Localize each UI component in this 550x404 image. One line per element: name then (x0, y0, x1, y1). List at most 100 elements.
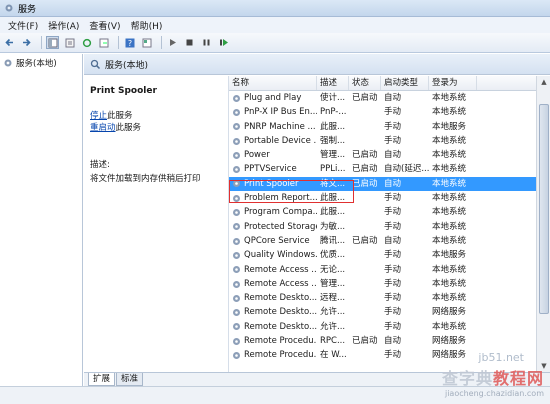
table-row[interactable]: QPCore Service 腾讯... 已启动 自动 本地系统 (229, 234, 536, 248)
forward-button[interactable] (20, 36, 33, 49)
service-startup-cell: 手动 (384, 207, 402, 218)
view-button[interactable] (140, 36, 153, 49)
service-description-cell: 管理... (320, 150, 346, 161)
watermark-brand-b: 教程网 (492, 369, 544, 388)
menu-action[interactable]: 操作(A) (43, 19, 84, 32)
service-logon-cell: 本地系统 (432, 235, 467, 246)
service-logon-cell: 本地系统 (432, 221, 467, 232)
service-name-text: QPCore Service (244, 235, 310, 246)
service-startup-cell: 手动 (384, 321, 402, 332)
service-gear-icon (233, 337, 240, 345)
table-row[interactable]: Remote Procedu... RPC... 已启动 自动 网络服务 (229, 334, 536, 348)
service-startup-cell: 自动 (384, 150, 402, 161)
console-tree: 服务(本地) (0, 54, 83, 404)
restart-link-suffix: 此服务 (115, 123, 142, 133)
column-name[interactable]: 名称 (229, 76, 317, 90)
restart-service-button[interactable] (217, 36, 230, 49)
service-actions: 停止此服务 重启动此服务 (90, 110, 222, 134)
help-button[interactable]: ? (123, 36, 136, 49)
svg-text:?: ? (127, 39, 131, 48)
export-list-icon (99, 38, 108, 47)
pause-service-button[interactable] (200, 36, 213, 49)
service-logon-cell: 本地系统 (432, 321, 467, 332)
table-row[interactable]: PPTVService PPLi... 已启动 自动(延迟... 本地系统 (229, 162, 536, 176)
start-service-button[interactable] (166, 36, 179, 49)
export-button[interactable] (97, 36, 110, 49)
menu-help[interactable]: 帮助(H) (126, 19, 168, 32)
service-logon-cell: 网络服务 (432, 336, 467, 347)
column-startup-type[interactable]: 启动类型 (381, 76, 429, 90)
service-status-cell: 已启动 (352, 93, 378, 103)
service-description-cell: 允许... (320, 321, 346, 332)
play-icon (170, 39, 176, 46)
pane-header: 服务(本地) (84, 54, 550, 75)
service-startup-cell: 手动 (384, 278, 402, 289)
service-startup-cell: 手动 (384, 293, 402, 304)
table-row[interactable]: Plug and Play 使计... 已启动 自动 本地系统 (229, 91, 536, 105)
service-name-text: Plug and Play (244, 93, 302, 103)
service-name-cell: QPCore Service (229, 234, 317, 248)
service-description-cell: 强制... (320, 135, 346, 146)
service-gear-icon (233, 280, 240, 288)
toolbar-separator (161, 36, 162, 49)
table-row[interactable]: Remote Deskto... 远程... 手动 本地系统 (229, 291, 536, 305)
table-row[interactable]: Power 管理... 已启动 自动 本地系统 (229, 148, 536, 162)
watermark: 查字典教程网 jiaocheng.chazidian.com (442, 365, 544, 398)
service-name-text: Power (244, 150, 270, 161)
service-gear-icon (233, 94, 240, 102)
service-name-cell: Remote Access ... (229, 277, 317, 291)
menu-view[interactable]: 查看(V) (84, 19, 125, 32)
scrollbar-thumb[interactable] (539, 104, 549, 314)
service-status-cell: 已启动 (352, 150, 378, 161)
stop-service-button[interactable] (183, 36, 196, 49)
back-button[interactable] (3, 36, 16, 49)
menu-file[interactable]: 文件(F) (3, 19, 43, 32)
properties-button[interactable] (63, 36, 76, 49)
service-startup-cell: 手动 (384, 221, 402, 232)
table-row[interactable]: PNRP Machine ... 此服... 手动 本地服务 (229, 120, 536, 134)
column-description[interactable]: 描述 (317, 76, 349, 90)
service-gear-icon (233, 123, 240, 131)
table-row[interactable]: Remote Access ... 无论... 手动 本地系统 (229, 263, 536, 277)
table-row[interactable]: Protected Storage 为敏... 手动 本地系统 (229, 220, 536, 234)
service-startup-cell: 手动 (384, 135, 402, 146)
vertical-scrollbar[interactable]: ▲ ▼ (536, 76, 550, 372)
table-row[interactable]: Remote Access ... 管理... 手动 本地系统 (229, 277, 536, 291)
restart-service-link[interactable]: 重启动 (90, 123, 116, 133)
properties-icon (65, 38, 74, 47)
column-log-on-as[interactable]: 登录为 (429, 76, 477, 90)
description-label: 描述: (90, 160, 110, 170)
service-name-text: Protected Storage (244, 221, 317, 232)
tab-extended[interactable]: 扩展 (88, 373, 116, 386)
service-logon-cell: 本地系统 (432, 207, 467, 218)
table-row[interactable]: Program Compa... 此服... 手动 本地系统 (229, 205, 536, 219)
service-status-cell: 已启动 (352, 164, 378, 175)
column-status[interactable]: 状态 (349, 76, 381, 90)
tree-item-services-local[interactable]: 服务(本地) (0, 56, 82, 70)
service-startup-cell: 自动 (384, 336, 402, 347)
service-description-cell: 允许... (320, 307, 346, 318)
table-row[interactable]: Quality Windows... 优质... 手动 本地服务 (229, 248, 536, 262)
service-gear-icon (233, 251, 240, 259)
service-rows: Plug and Play 使计... 已启动 自动 本地系统 PnP-X IP Bus … (229, 91, 536, 363)
service-status-cell: 已启动 (352, 235, 378, 246)
refresh-button[interactable] (80, 36, 93, 49)
table-row[interactable]: Remote Deskto... 允许... 手动 网络服务 (229, 305, 536, 319)
service-logon-cell: 网络服务 (432, 307, 467, 318)
service-startup-cell: 手动 (384, 307, 402, 318)
tab-standard[interactable]: 标准 (116, 373, 144, 386)
stop-service-link[interactable]: 停止 (90, 111, 107, 121)
service-name-text: PnP-X IP Bus En... (244, 107, 317, 118)
table-row[interactable]: Portable Device ... 强制... 手动 本地系统 (229, 134, 536, 148)
scroll-up-icon[interactable]: ▲ (540, 78, 548, 86)
table-row[interactable]: Remote Deskto... 允许... 手动 本地系统 (229, 320, 536, 334)
service-name-text: Program Compa... (244, 207, 317, 218)
table-row[interactable]: PnP-X IP Bus En... PnP-... 手动 本地系统 (229, 105, 536, 119)
service-name-cell: PNRP Machine ... (229, 120, 317, 134)
selected-service-name: Print Spooler (90, 86, 157, 96)
services-gear-icon (4, 59, 12, 67)
show-tree-button[interactable] (46, 36, 59, 49)
restart-icon (219, 39, 228, 46)
service-logon-cell: 本地系统 (432, 278, 467, 289)
column-header-row: 名称 描述 状态 启动类型 登录为 (229, 76, 536, 91)
